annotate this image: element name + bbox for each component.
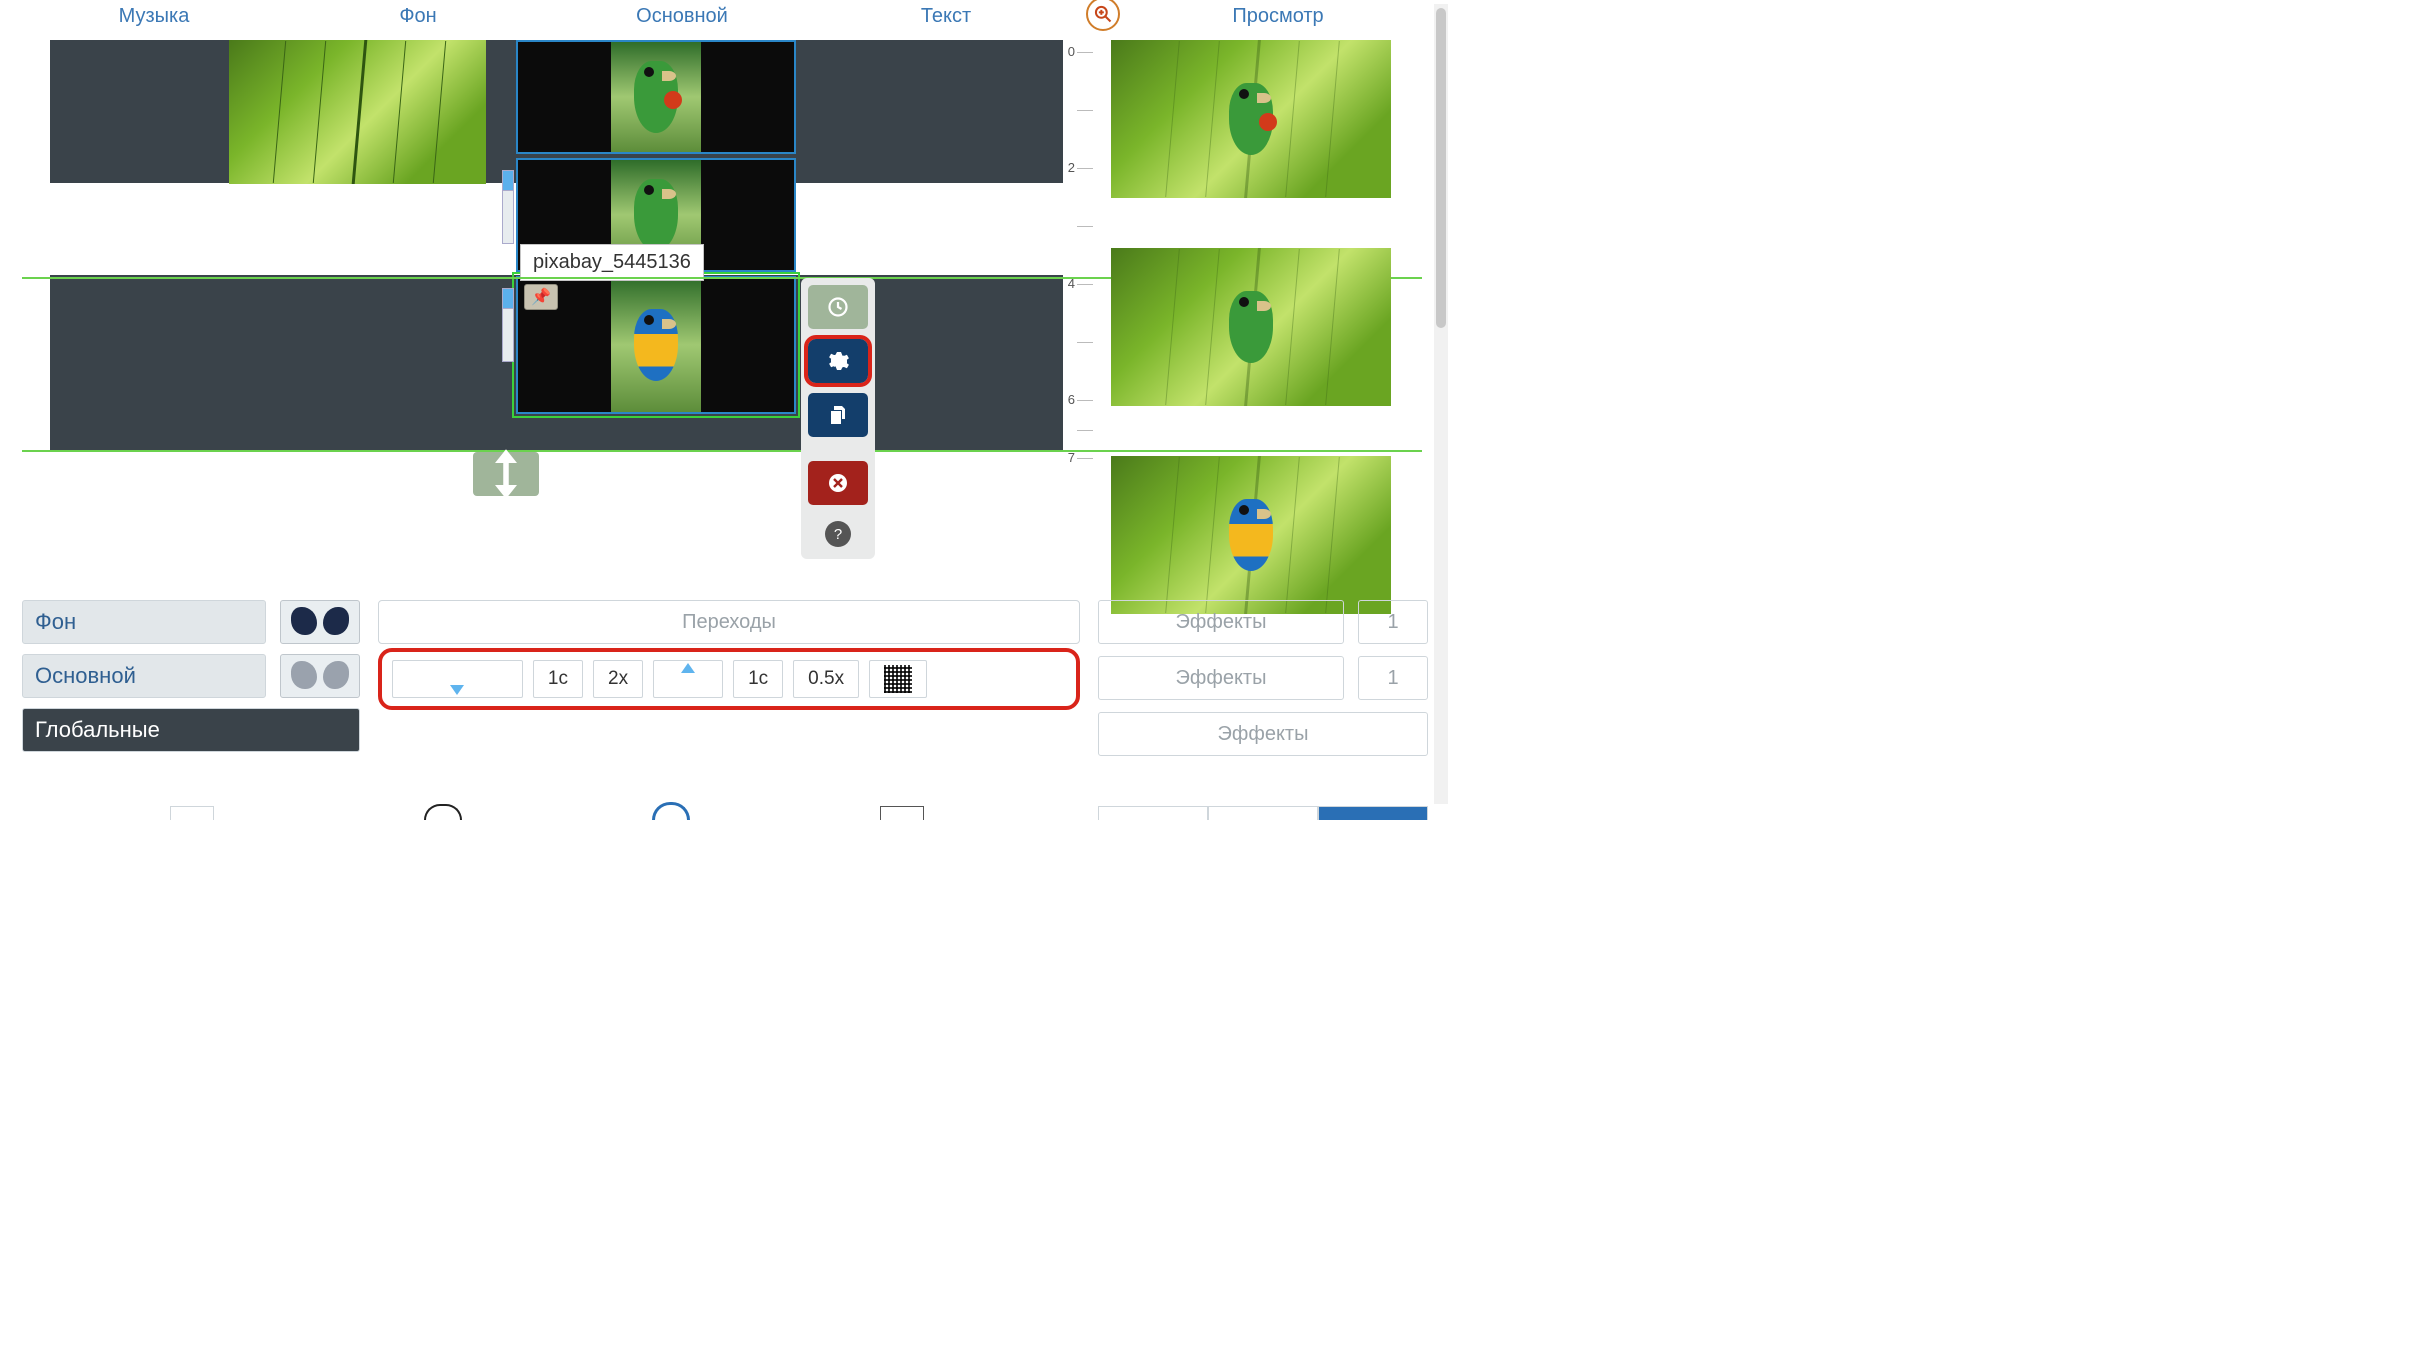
copy-icon — [826, 403, 850, 427]
guide-line-lower — [22, 450, 1422, 452]
action-settings-button[interactable] — [808, 339, 868, 383]
effects-count-1[interactable]: 1 — [1358, 600, 1428, 644]
peek-circle-1[interactable] — [424, 804, 462, 820]
transitions-dropdown[interactable]: Переходы — [378, 600, 1080, 644]
ruler-tick-6: 6 — [1068, 392, 1075, 407]
ruler-tick-2: 2 — [1068, 160, 1075, 175]
effects-button-3[interactable]: Эффекты — [1098, 712, 1428, 756]
close-circle-icon — [826, 471, 850, 495]
effects-button-2[interactable]: Эффекты — [1098, 656, 1344, 700]
ruler-tick-4: 4 — [1068, 276, 1075, 291]
layer-main[interactable]: Основной — [22, 654, 266, 698]
noise-pattern-icon — [884, 665, 912, 693]
leaf-graphic — [351, 40, 367, 184]
resize-handle[interactable] — [473, 452, 539, 496]
peek-segmented[interactable] — [1098, 806, 1428, 820]
butterfly-icon — [291, 661, 349, 691]
preview-column — [1093, 32, 1393, 614]
effects-button-1[interactable]: Эффекты — [1098, 600, 1344, 644]
effects-count-2[interactable]: 1 — [1358, 656, 1428, 700]
tab-background[interactable]: Фон — [286, 5, 550, 28]
peek-box-1[interactable] — [170, 806, 214, 820]
clip-handle-bottom[interactable] — [502, 190, 514, 244]
timeline-area: 📌 pixabay_5445136 ? 0 — [0, 32, 1450, 614]
layer-list: Фон Основной Глобальные — [22, 600, 360, 752]
bottom-panels: Фон Основной Глобальные Переходы 1с 2x 1… — [22, 600, 1428, 756]
clock-icon — [826, 295, 850, 319]
transition-in-speed-2x[interactable]: 2x — [593, 660, 643, 698]
parrot-thumb-2 — [634, 179, 678, 251]
cut-off-controls — [22, 800, 1428, 820]
top-tab-bar: Музыка Фон Основной Текст Просмотр — [0, 0, 1450, 32]
peek-circle-active[interactable] — [652, 802, 690, 820]
scrollbar-thumb[interactable] — [1436, 8, 1446, 328]
main-clip-3-selected[interactable]: 📌 — [516, 276, 796, 414]
pin-icon[interactable]: 📌 — [524, 284, 558, 310]
action-delete-button[interactable] — [808, 461, 868, 505]
clip-handle-top[interactable] — [502, 170, 514, 192]
transition-in-preview[interactable] — [392, 660, 523, 698]
action-timing-button[interactable] — [808, 285, 868, 329]
ruler-tick-0: 0 — [1068, 44, 1075, 59]
main-clip-column: 📌 — [516, 40, 796, 418]
transition-out-speed-05x[interactable]: 0.5x — [793, 660, 859, 698]
time-ruler: 0 2 4 6 7 — [1063, 32, 1093, 614]
transition-in-duration[interactable]: 1с — [533, 660, 583, 698]
layer-global[interactable]: Глобальные — [22, 708, 360, 752]
parrot-thumb-1 — [634, 61, 678, 133]
tab-music[interactable]: Музыка — [22, 5, 286, 28]
clip-action-toolbar: ? — [801, 278, 875, 559]
peek-box-2[interactable] — [880, 806, 924, 820]
ruler-tick-7: 7 — [1068, 450, 1075, 465]
butterfly-icon — [291, 607, 349, 637]
main-clip-2[interactable] — [516, 158, 796, 272]
action-copy-button[interactable] — [808, 393, 868, 437]
layer-background[interactable]: Фон — [22, 600, 266, 644]
clip-handle-bottom[interactable] — [502, 308, 514, 362]
zoom-in-icon — [1093, 4, 1113, 24]
background-clip[interactable] — [229, 40, 486, 184]
layer-main-thumb[interactable] — [280, 654, 360, 698]
effects-column: Эффекты 1 Эффекты 1 Эффекты — [1098, 600, 1428, 756]
main-clip-1[interactable] — [516, 40, 796, 154]
preview-frame-1[interactable] — [1111, 40, 1391, 198]
resize-vertical-icon — [473, 441, 539, 507]
clip-handle-top[interactable] — [502, 288, 514, 310]
tab-text[interactable]: Текст — [814, 5, 1078, 28]
zoom-in-button[interactable] — [1086, 0, 1120, 31]
transition-noise-option[interactable] — [869, 660, 927, 698]
parrot-thumb-3 — [634, 309, 678, 381]
action-help-button[interactable]: ? — [825, 521, 851, 547]
preview-frame-3[interactable] — [1111, 456, 1391, 614]
gear-icon — [826, 349, 850, 373]
transitions-panel: Переходы 1с 2x 1с 0.5x — [378, 600, 1080, 710]
preview-frame-2[interactable] — [1111, 248, 1391, 406]
transition-out-preview[interactable] — [653, 660, 723, 698]
tab-preview[interactable]: Просмотр — [1128, 5, 1428, 28]
timeline-canvas[interactable]: 📌 pixabay_5445136 ? — [22, 32, 1063, 592]
layer-background-thumb[interactable] — [280, 600, 360, 644]
tab-main[interactable]: Основной — [550, 5, 814, 28]
transition-out-duration[interactable]: 1с — [733, 660, 783, 698]
vertical-scrollbar[interactable] — [1434, 4, 1448, 804]
speed-controls-row: 1с 2x 1с 0.5x — [378, 648, 1080, 710]
